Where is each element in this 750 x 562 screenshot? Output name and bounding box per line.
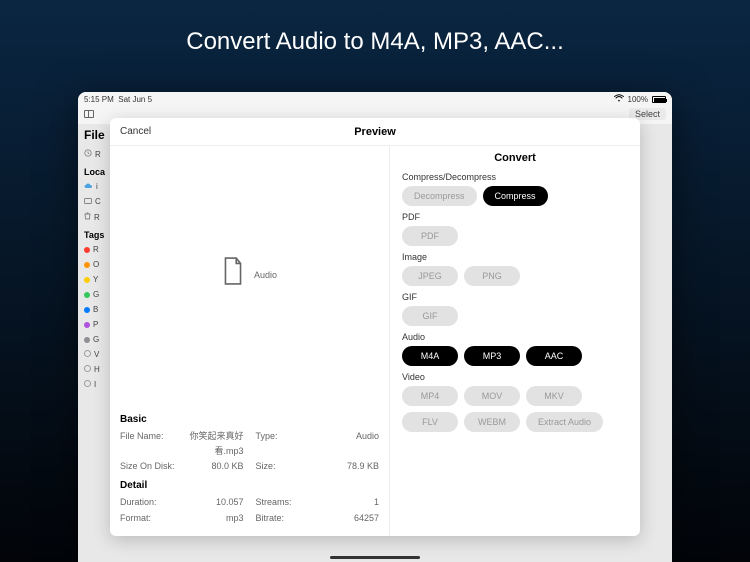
status-date: Sat Jun 5 bbox=[118, 95, 152, 104]
circle-icon bbox=[84, 350, 91, 359]
sidebar-extra-row[interactable]: V bbox=[82, 347, 112, 362]
webm-button: WEBM bbox=[464, 412, 520, 432]
location-trash[interactable]: R bbox=[82, 209, 112, 225]
recents-letter: R bbox=[95, 150, 101, 159]
preview-left-pane: Audio Basic File Name: 你笑起来真好看.mp3 Type:… bbox=[110, 146, 390, 536]
preview-area: Audio bbox=[110, 146, 389, 402]
modal-header: Cancel Preview bbox=[110, 118, 640, 146]
basic-section-label: Basic bbox=[120, 414, 379, 425]
tag-dot-icon bbox=[84, 262, 90, 268]
status-bar: 5:15 PM Sat Jun 5 100% bbox=[78, 92, 672, 106]
gif-section: GIF bbox=[402, 292, 628, 302]
convert-pane: Convert Compress/Decompress Decompress C… bbox=[390, 146, 640, 536]
pdf-button: PDF bbox=[402, 226, 458, 246]
preview-modal: Cancel Preview Audio Basic File Name: bbox=[110, 118, 640, 536]
status-time: 5:15 PM bbox=[84, 95, 114, 104]
tag-row[interactable]: Y bbox=[82, 272, 112, 287]
extract-audio-button: Extract Audio bbox=[526, 412, 603, 432]
tag-row[interactable]: G bbox=[82, 287, 112, 302]
gif-button: GIF bbox=[402, 306, 458, 326]
png-button: PNG bbox=[464, 266, 520, 286]
locations-section: Loca bbox=[82, 162, 112, 179]
tag-dot-icon bbox=[84, 322, 90, 328]
status-time-date: 5:15 PM Sat Jun 5 bbox=[84, 95, 152, 104]
battery-icon bbox=[652, 96, 666, 103]
promo-title: Convert Audio to M4A, MP3, AAC... bbox=[0, 0, 750, 74]
preview-type-label: Audio bbox=[254, 270, 277, 280]
tag-dot-icon bbox=[84, 292, 90, 298]
wifi-icon bbox=[614, 94, 624, 104]
circle-icon bbox=[84, 380, 91, 389]
compress-button[interactable]: Compress bbox=[483, 186, 548, 206]
image-section: Image bbox=[402, 252, 628, 262]
clock-icon bbox=[84, 149, 92, 159]
recents-row[interactable]: R bbox=[82, 146, 112, 162]
modal-title: Preview bbox=[354, 126, 396, 138]
tag-dot-icon bbox=[84, 307, 90, 313]
info-row-duration: Duration: 10.057 Streams: 1 bbox=[120, 495, 379, 510]
file-icon bbox=[222, 257, 244, 290]
mov-button: MOV bbox=[464, 386, 520, 406]
ipad-icon bbox=[84, 197, 92, 206]
jpeg-button: JPEG bbox=[402, 266, 458, 286]
files-app-title: File bbox=[82, 124, 112, 146]
m4a-button[interactable]: M4A bbox=[402, 346, 458, 366]
cancel-button[interactable]: Cancel bbox=[120, 126, 151, 137]
tag-row[interactable]: R bbox=[82, 242, 112, 257]
info-row-format: Format: mp3 Bitrate: 64257 bbox=[120, 511, 379, 526]
tag-row[interactable]: P bbox=[82, 317, 112, 332]
sidebar-toggle-icon[interactable] bbox=[84, 110, 94, 118]
trash-icon bbox=[84, 212, 91, 222]
tag-row[interactable]: B bbox=[82, 302, 112, 317]
video-section: Video bbox=[402, 372, 628, 382]
mp3-button[interactable]: MP3 bbox=[464, 346, 520, 366]
mp4-button: MP4 bbox=[402, 386, 458, 406]
audio-section: Audio bbox=[402, 332, 628, 342]
sidebar-partial: File R Loca i C R Tags ROYGBPG VHI bbox=[82, 124, 112, 392]
tags-section: Tags bbox=[82, 225, 112, 242]
pdf-section: PDF bbox=[402, 212, 628, 222]
location-icloud[interactable]: i bbox=[82, 179, 112, 194]
flv-button: FLV bbox=[402, 412, 458, 432]
mkv-button: MKV bbox=[526, 386, 582, 406]
location-ipad[interactable]: C bbox=[82, 194, 112, 209]
home-indicator[interactable] bbox=[330, 556, 420, 559]
decompress-button: Decompress bbox=[402, 186, 477, 206]
tag-dot-icon bbox=[84, 337, 90, 343]
circle-icon bbox=[84, 365, 91, 374]
tag-dot-icon bbox=[84, 247, 90, 253]
tag-row[interactable]: G bbox=[82, 332, 112, 347]
file-info: Basic File Name: 你笑起来真好看.mp3 Type: Audio… bbox=[110, 402, 389, 536]
cloud-icon bbox=[84, 182, 93, 191]
detail-section-label: Detail bbox=[120, 480, 379, 491]
info-row-filename: File Name: 你笑起来真好看.mp3 Type: Audio bbox=[120, 429, 379, 460]
tag-row[interactable]: O bbox=[82, 257, 112, 272]
tag-dot-icon bbox=[84, 277, 90, 283]
compress-section: Compress/Decompress bbox=[402, 172, 628, 182]
sidebar-extra-row[interactable]: H bbox=[82, 362, 112, 377]
aac-button[interactable]: AAC bbox=[526, 346, 582, 366]
sidebar-extra-row[interactable]: I bbox=[82, 377, 112, 392]
ipad-frame: 5:15 PM Sat Jun 5 100% Select File R Loc… bbox=[78, 92, 672, 562]
battery-pct: 100% bbox=[628, 95, 648, 104]
convert-title: Convert bbox=[402, 152, 628, 164]
info-row-size: Size On Disk: 80.0 KB Size: 78.9 KB bbox=[120, 459, 379, 474]
